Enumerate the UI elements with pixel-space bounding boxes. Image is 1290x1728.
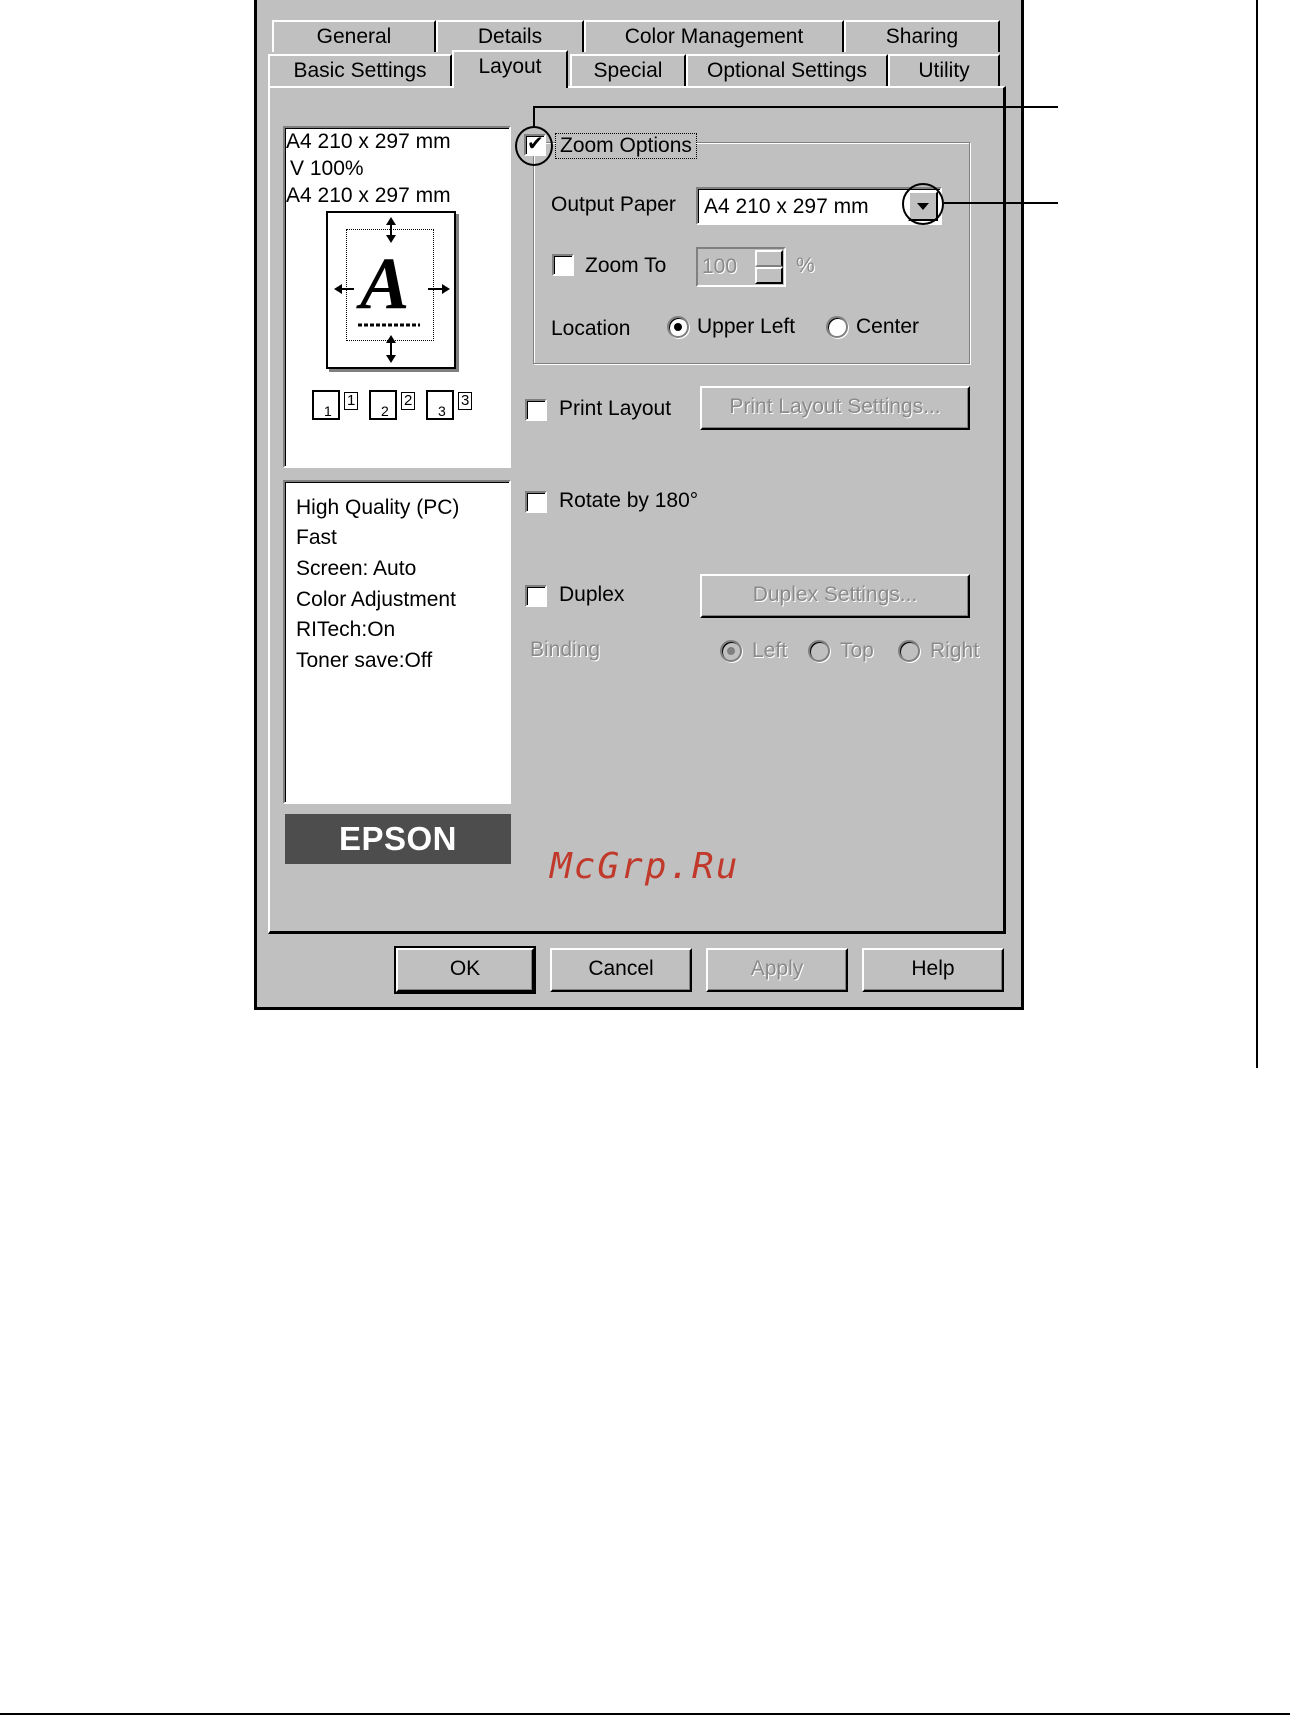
apply-button-label: Apply — [750, 957, 804, 980]
callout-line-checkbox — [534, 106, 1058, 108]
location-upper-left-radio[interactable] — [667, 316, 689, 338]
zoom-options-label: Zoom Options — [555, 133, 697, 159]
tab-general[interactable]: General — [272, 20, 436, 52]
mini-page-2-icon: 2 — [369, 390, 397, 420]
tab-special[interactable]: Special — [570, 54, 686, 88]
print-layout-checkbox[interactable] — [525, 399, 547, 421]
mini-page-3-number: 3 — [458, 392, 473, 410]
rotate-180-checkbox[interactable] — [525, 491, 547, 513]
zoom-unit-label: % — [796, 254, 815, 277]
summary-line: Fast — [296, 526, 337, 549]
binding-right-label: Right — [930, 639, 980, 662]
duplex-settings-button[interactable]: Duplex Settings... — [700, 574, 970, 618]
duplex-checkbox[interactable] — [525, 585, 547, 607]
callout-line-dropdown — [944, 202, 1058, 204]
summary-line: RITech:On — [296, 618, 396, 641]
output-paper-label: Output Paper — [551, 193, 676, 216]
tab-layout-label: Layout — [478, 55, 542, 78]
tab-sharing[interactable]: Sharing — [844, 20, 1000, 52]
mini-page-1-icon: 1 — [312, 390, 340, 420]
zoom-to-label: Zoom To — [585, 254, 667, 277]
page-bottom-rule — [0, 1713, 1290, 1715]
watermark: McGrp.Ru — [550, 846, 740, 887]
mini-page-1-number: 1 — [344, 392, 359, 410]
epson-logo: EPSON — [285, 814, 511, 864]
callout-line-checkbox-stem — [533, 106, 535, 128]
zoom-value-stepper[interactable]: 100 — [696, 247, 786, 287]
print-layout-label: Print Layout — [559, 397, 672, 420]
tab-layout[interactable]: Layout — [452, 50, 568, 88]
binding-label: Binding — [530, 638, 601, 661]
tab-general-label: General — [316, 25, 392, 48]
output-paper-value: A4 210 x 297 mm — [704, 195, 869, 218]
tab-color-management-label: Color Management — [624, 25, 804, 48]
tab-basic-settings[interactable]: Basic Settings — [268, 54, 452, 88]
radio-dot-icon — [727, 647, 735, 655]
callout-circle-checkbox — [515, 126, 553, 166]
location-upper-left-label: Upper Left — [697, 315, 796, 338]
cancel-button-label: Cancel — [588, 957, 654, 980]
apply-button[interactable]: Apply — [706, 948, 848, 992]
ok-button-label: OK — [449, 957, 481, 980]
tab-basic-settings-label: Basic Settings — [293, 59, 427, 82]
tab-utility[interactable]: Utility — [888, 54, 1000, 88]
location-label: Location — [551, 317, 631, 340]
binding-right-radio[interactable] — [898, 640, 920, 662]
duplex-label: Duplex — [559, 583, 625, 606]
radio-dot-icon — [674, 323, 682, 331]
summary-line: Toner save:Off — [296, 649, 433, 672]
preview-paper-size: A4 210 x 297 mm — [286, 130, 451, 153]
ok-button[interactable]: OK — [394, 946, 536, 994]
tab-color-management[interactable]: Color Management — [584, 20, 844, 52]
zoom-to-checkbox[interactable] — [552, 254, 574, 276]
preview-zoom: V 100% — [290, 157, 364, 180]
summary-line: Screen: Auto — [296, 557, 417, 580]
rotate-180-label: Rotate by 180° — [559, 489, 699, 512]
cancel-button[interactable]: Cancel — [550, 948, 692, 992]
help-button-label: Help — [911, 957, 955, 980]
spin-up-icon[interactable] — [755, 250, 783, 267]
binding-left-radio[interactable] — [720, 640, 742, 662]
zoom-value: 100 — [702, 255, 738, 278]
preview-output-paper: A4 210 x 297 mm — [286, 184, 451, 207]
page-edge-line — [1256, 0, 1258, 1068]
tab-special-label: Special — [593, 59, 663, 82]
preview-arrows-icon — [334, 217, 450, 363]
print-layout-settings-label: Print Layout Settings... — [729, 395, 941, 418]
mini-page-2-number: 2 — [401, 392, 416, 410]
spin-down-icon[interactable] — [755, 267, 783, 284]
tab-optional-settings-label: Optional Settings — [707, 59, 867, 82]
location-center-label: Center — [856, 315, 920, 338]
callout-circle-dropdown — [902, 183, 944, 225]
binding-top-label: Top — [840, 639, 874, 662]
mini-page-3-icon: 3 — [426, 390, 454, 420]
tab-details-label: Details — [477, 25, 543, 48]
tab-optional-settings[interactable]: Optional Settings — [686, 54, 888, 88]
tab-sharing-label: Sharing — [885, 25, 959, 48]
print-layout-settings-button[interactable]: Print Layout Settings... — [700, 386, 970, 430]
binding-left-label: Left — [752, 639, 788, 662]
summary-line: Color Adjustment — [296, 588, 456, 611]
tab-utility-label: Utility — [918, 59, 970, 82]
tab-details[interactable]: Details — [436, 20, 584, 52]
help-button[interactable]: Help — [862, 948, 1004, 992]
preview-page: A — [326, 211, 456, 369]
location-center-radio[interactable] — [826, 316, 848, 338]
summary-line: High Quality (PC) — [296, 496, 460, 519]
duplex-settings-label: Duplex Settings... — [752, 583, 918, 606]
binding-top-radio[interactable] — [808, 640, 830, 662]
